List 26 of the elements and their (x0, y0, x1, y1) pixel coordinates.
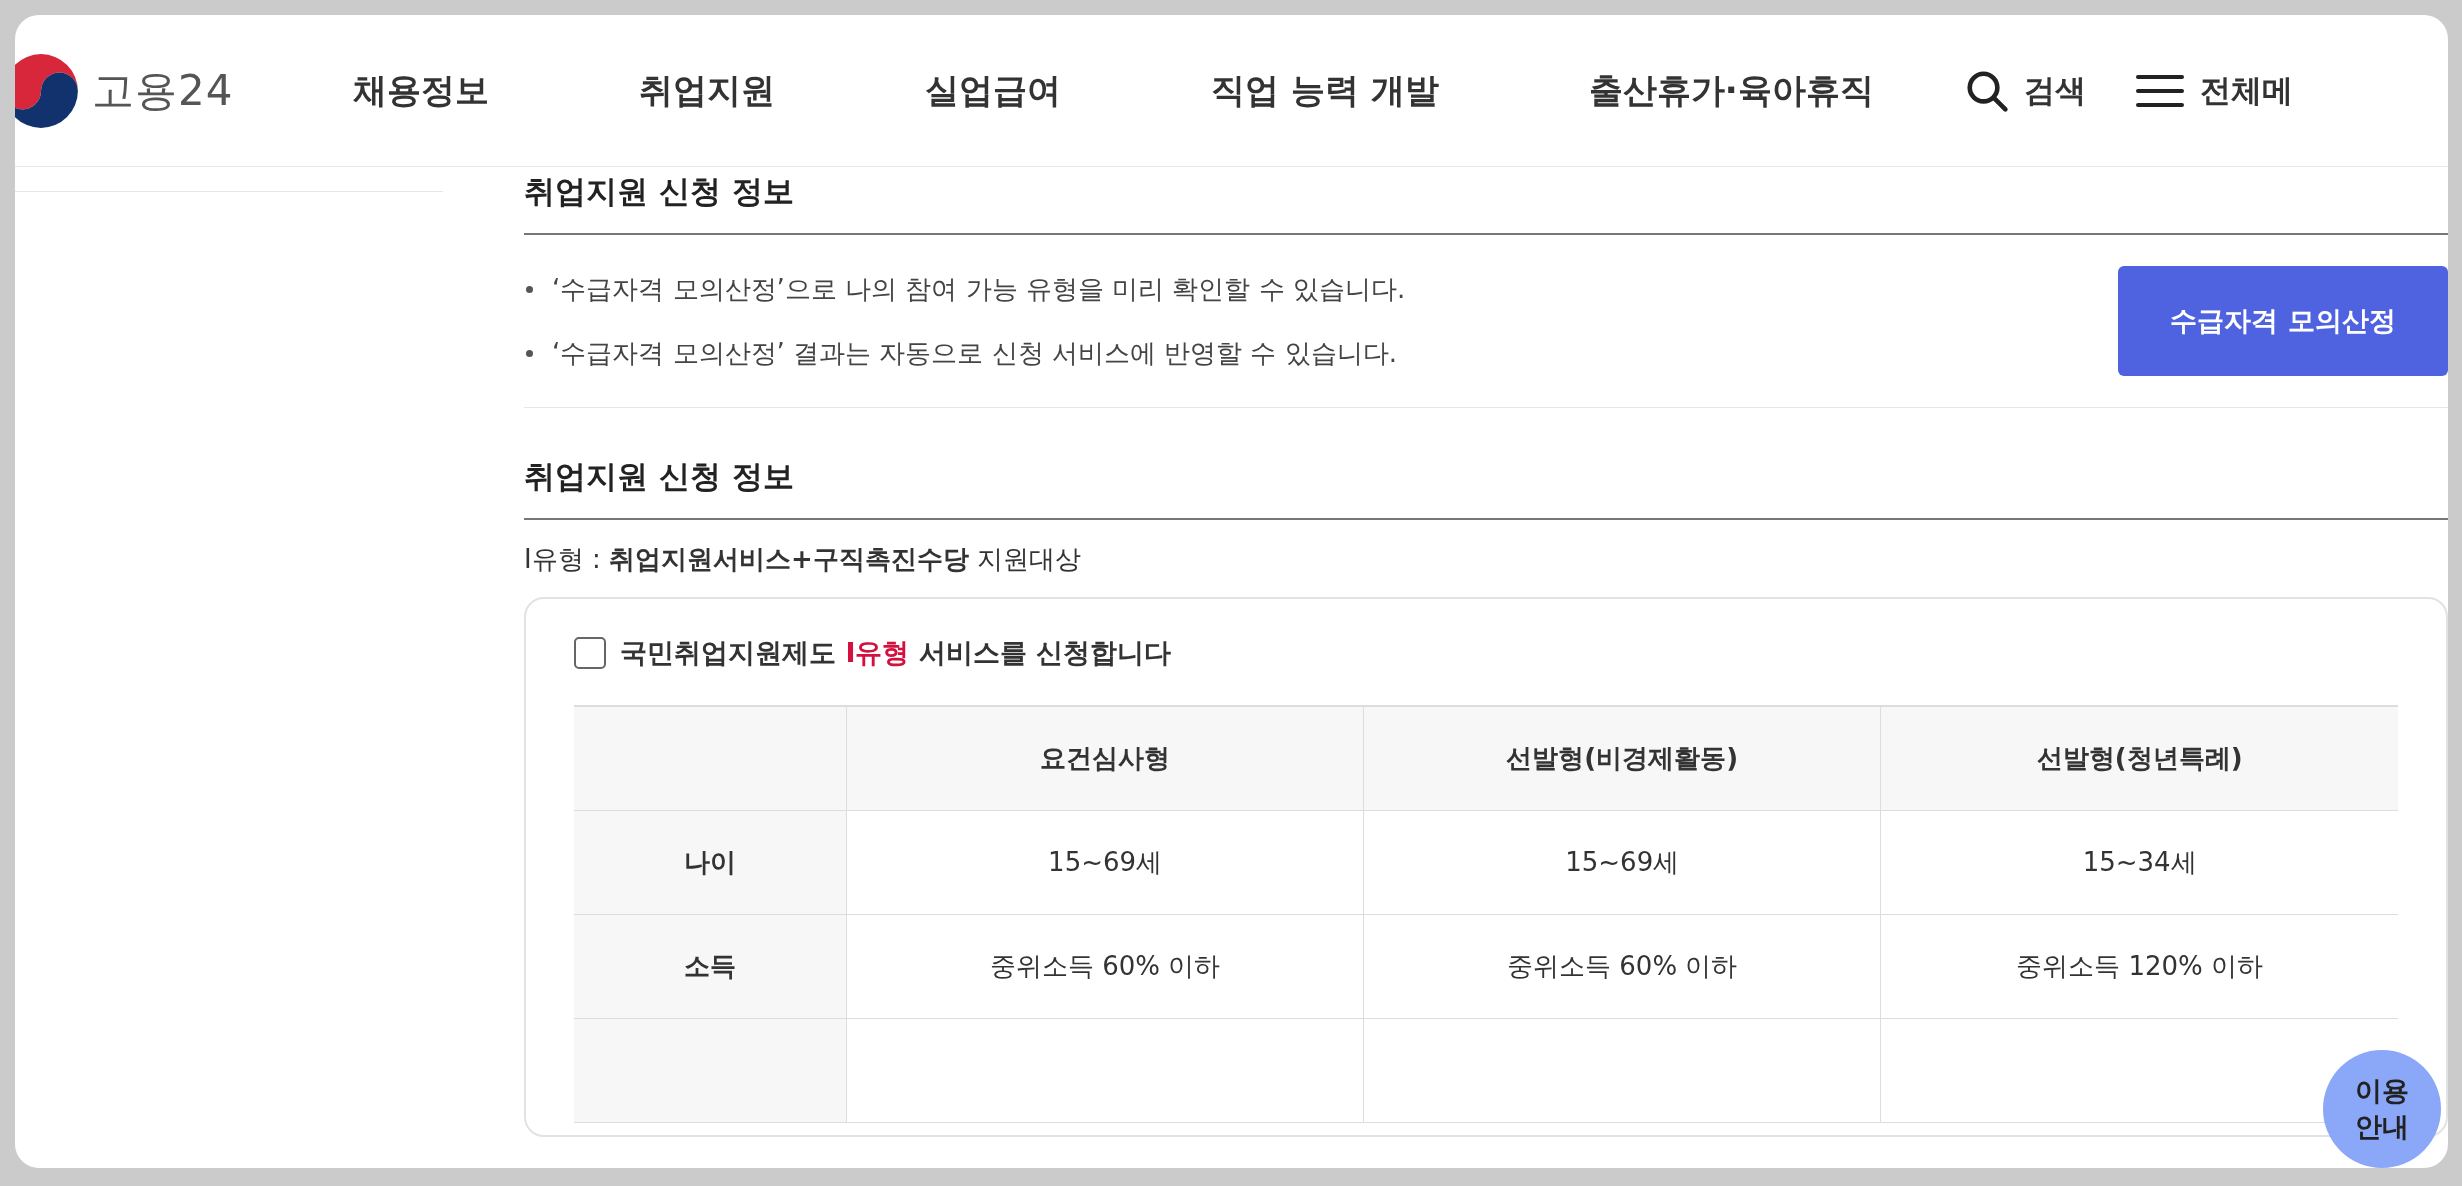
apply-label[interactable]: 국민취업지원제도 I유형 서비스를 신청합니다 (620, 635, 1172, 671)
nav-link[interactable]: 직업 능력 개발 (1211, 67, 1439, 114)
note-text: ‘수급자격 모의산정’ 결과는 자동으로 신청 서비스에 반영할 수 있습니다. (524, 321, 1406, 385)
search-link[interactable]: 검색 (2023, 69, 2086, 112)
table-cell: 15~69세 (1363, 810, 1881, 915)
nav-link[interactable]: 채용정보 (353, 67, 489, 114)
nav-link[interactable]: 출산휴가·육아휴직 (1588, 67, 1874, 114)
column-header: 선발형(비경제활동) (1363, 706, 1881, 811)
type-text: I유형 : 취업지원서비스+구직촉진수당 지원대상 (524, 543, 1083, 576)
column-header: 요건심사형 (846, 706, 1364, 811)
section-title: 취업지원 신청 정보 (524, 167, 2448, 235)
table-cell: 중위소득 60% 이하 (846, 914, 1364, 1019)
checkbox[interactable] (574, 637, 606, 669)
section-title: 취업지원 신청 정보 (524, 408, 2448, 520)
table-cell: 15~69세 (846, 810, 1364, 915)
row-header: 소득 (574, 914, 847, 1019)
nav-link[interactable]: 실업급여 (925, 67, 1061, 114)
logo-text[interactable]: 고용24 (92, 62, 234, 119)
column-header: 선발형(청년특례) (1880, 706, 2398, 811)
simulate-button[interactable]: 수급자격 모의산정 (2118, 266, 2448, 376)
help-button[interactable]: 이용 안내 (2323, 1050, 2441, 1168)
note-text: ‘수급자격 모의산정’으로 나의 참여 가능 유형을 미리 확인할 수 있습니다. (524, 257, 1406, 321)
nav-link[interactable]: 취업지원 (639, 67, 775, 114)
row-header: 나이 (574, 810, 847, 915)
table-cell: 중위소득 60% 이하 (1363, 914, 1881, 1019)
menu-link[interactable]: 전체메 (2199, 69, 2293, 112)
